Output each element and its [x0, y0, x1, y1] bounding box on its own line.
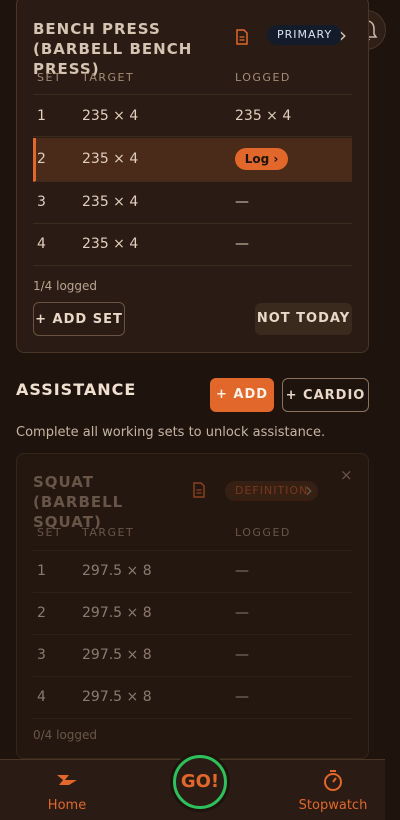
- col-target: TARGET: [82, 526, 135, 539]
- set-target: 235 × 4: [82, 194, 139, 210]
- set-target: 235 × 4: [82, 108, 139, 124]
- set-target: 297.5 × 8: [82, 647, 152, 663]
- set-row[interactable]: 3 235 × 4 —: [33, 183, 352, 224]
- set-number: 2: [37, 151, 46, 167]
- set-row-active[interactable]: 2 235 × 4 Log ›: [33, 138, 352, 182]
- set-logged: —: [235, 605, 249, 621]
- not-today-button[interactable]: NOT TODAY: [255, 303, 352, 335]
- nav-stopwatch[interactable]: Stopwatch: [288, 760, 378, 820]
- col-logged: LOGGED: [235, 526, 291, 539]
- chevron-right-icon[interactable]: ›: [339, 23, 347, 47]
- col-target: TARGET: [82, 71, 135, 84]
- exercise-card-squat: SQUAT (BARBELL SQUAT) DEFINITION › × SET…: [16, 453, 369, 759]
- set-logged: —: [235, 647, 249, 663]
- primary-badge: PRIMARY: [267, 25, 343, 45]
- logged-count: 1/4 logged: [33, 279, 98, 293]
- set-target: 297.5 × 8: [82, 605, 152, 621]
- logged-count: 0/4 logged: [33, 728, 98, 742]
- nav-stopwatch-label: Stopwatch: [298, 798, 368, 813]
- set-row[interactable]: 1 235 × 4 235 × 4: [33, 96, 352, 137]
- set-target: 235 × 4: [82, 151, 139, 167]
- add-set-button[interactable]: + ADD SET: [33, 302, 125, 336]
- set-target: 297.5 × 8: [82, 689, 152, 705]
- set-row: 3 297.5 × 8 —: [33, 635, 352, 677]
- bottom-nav: Home GO! Stopwatch: [0, 755, 385, 820]
- set-logged: —: [235, 689, 249, 705]
- stopwatch-icon: [324, 770, 342, 791]
- go-button[interactable]: GO!: [173, 755, 227, 809]
- assistance-heading: ASSISTANCE: [16, 380, 137, 399]
- set-logged: —: [235, 194, 249, 210]
- barbell-home-icon: [57, 775, 77, 785]
- table-header: SET TARGET LOGGED: [33, 63, 352, 95]
- chevron-right-icon[interactable]: ›: [305, 478, 313, 502]
- document-icon[interactable]: [235, 29, 249, 45]
- nav-home[interactable]: Home: [22, 760, 112, 820]
- set-row: 4 297.5 × 8 —: [33, 677, 352, 719]
- exercise-card-bench-press: BENCH PRESS (BARBELL BENCH PRESS) PRIMAR…: [16, 0, 369, 353]
- add-assistance-button[interactable]: + ADD: [210, 378, 274, 412]
- close-icon[interactable]: ×: [340, 466, 353, 484]
- set-number: 4: [37, 236, 46, 252]
- set-number: 3: [37, 194, 46, 210]
- set-row[interactable]: 4 235 × 4 —: [33, 225, 352, 266]
- set-row: 1 297.5 × 8 —: [33, 551, 352, 593]
- table-header: SET TARGET LOGGED: [33, 518, 352, 551]
- set-row: 2 297.5 × 8 —: [33, 593, 352, 635]
- add-cardio-button[interactable]: + CARDIO: [282, 378, 369, 412]
- set-number: 1: [37, 108, 46, 124]
- document-icon[interactable]: [192, 482, 206, 498]
- log-set-button[interactable]: Log ›: [235, 148, 288, 170]
- set-target: 297.5 × 8: [82, 563, 152, 579]
- assistance-hint: Complete all working sets to unlock assi…: [16, 425, 326, 440]
- set-logged: —: [235, 563, 249, 579]
- set-target: 235 × 4: [82, 236, 139, 252]
- set-number: 2: [37, 605, 46, 621]
- nav-home-label: Home: [47, 798, 87, 813]
- set-logged: —: [235, 236, 249, 252]
- col-set: SET: [37, 71, 63, 84]
- col-logged: LOGGED: [235, 71, 291, 84]
- col-set: SET: [37, 526, 63, 539]
- set-number: 3: [37, 647, 46, 663]
- set-logged: 235 × 4: [235, 108, 292, 124]
- set-number: 1: [37, 563, 46, 579]
- set-number: 4: [37, 689, 46, 705]
